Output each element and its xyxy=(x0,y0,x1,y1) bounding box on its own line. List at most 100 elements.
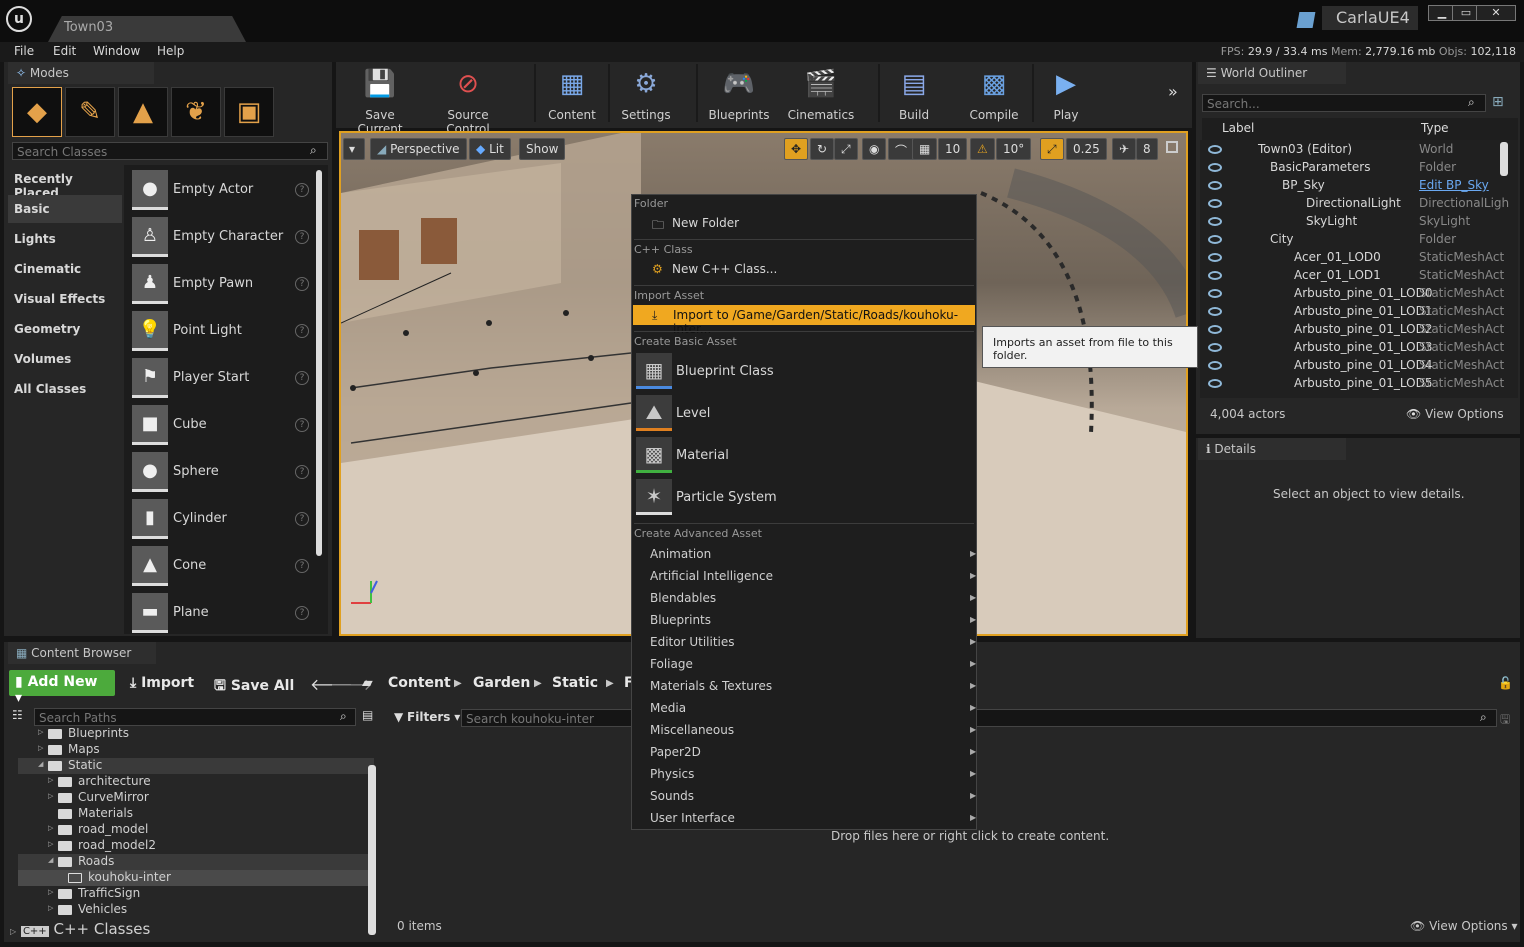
settings-button[interactable]: ⚙ Settings xyxy=(618,64,674,124)
class-list-scrollbar[interactable] xyxy=(316,170,322,556)
new-cpp-class-item[interactable]: New C++ Class... xyxy=(672,262,777,276)
help-icon[interactable]: ? xyxy=(295,606,309,620)
category-visual-effects[interactable]: Visual Effects xyxy=(8,285,122,313)
advanced-asset-item[interactable]: Animation xyxy=(650,547,711,561)
breadcrumb-arrow-icon[interactable]: ▶ xyxy=(534,678,542,689)
rotation-snap-value[interactable]: 10° xyxy=(996,138,1032,160)
show-button[interactable]: Show xyxy=(519,138,566,160)
folder-tree-item[interactable]: ▷ CurveMirror xyxy=(18,790,374,806)
build-button[interactable]: ▤ Build xyxy=(886,64,942,124)
expand-arrow-icon[interactable]: ▷ xyxy=(38,744,43,752)
help-icon[interactable]: ? xyxy=(295,183,309,197)
visibility-eye-icon[interactable] xyxy=(1208,307,1222,316)
content-view-options[interactable]: 👁 View Options ▾ xyxy=(1410,919,1518,933)
category-all-classes[interactable]: All Classes xyxy=(8,375,122,403)
outliner-row[interactable]: Arbusto_pine_01_LOD5 StaticMeshAct xyxy=(1200,376,1518,394)
details-tab[interactable]: ℹ Details xyxy=(1198,438,1346,460)
menu-edit[interactable]: Edit xyxy=(53,44,76,58)
unreal-logo-icon[interactable]: u xyxy=(6,6,32,32)
geometry-mode-icon[interactable]: ▣ xyxy=(224,87,274,137)
folder-tree-item[interactable]: Materials xyxy=(18,806,374,822)
visibility-eye-icon[interactable] xyxy=(1208,343,1222,352)
outliner-row[interactable]: Arbusto_pine_01_LOD2 StaticMeshAct xyxy=(1200,322,1518,340)
advanced-asset-item[interactable]: Miscellaneous xyxy=(650,723,734,737)
class-item[interactable]: ● Empty Actor? xyxy=(130,170,314,214)
surface-snap-icon[interactable]: ⌒ xyxy=(888,138,915,160)
perspective-button[interactable]: ◢ Perspective xyxy=(370,138,467,160)
menu-help[interactable]: Help xyxy=(157,44,184,58)
advanced-asset-item[interactable]: Foliage xyxy=(650,657,693,671)
class-item[interactable]: ♙ Empty Character? xyxy=(130,217,314,261)
breadcrumb-static[interactable]: Static xyxy=(552,671,598,697)
folder-tree-item[interactable]: ▷ Vehicles xyxy=(18,902,374,918)
help-icon[interactable]: ? xyxy=(295,371,309,385)
camera-speed-icon[interactable]: ✈ xyxy=(1112,138,1137,160)
class-item[interactable]: ▲ Cone? xyxy=(130,546,314,590)
compile-button[interactable]: ▩ Compile xyxy=(966,64,1022,124)
help-icon[interactable]: ? xyxy=(295,324,309,338)
visibility-eye-icon[interactable] xyxy=(1208,361,1222,370)
category-lights[interactable]: Lights xyxy=(8,225,122,253)
rotate-tool-icon[interactable]: ↻ xyxy=(810,138,835,160)
import-to-folder-item[interactable]: Import to /Game/Garden/Static/Roads/kouh… xyxy=(633,305,975,336)
expand-arrow-icon[interactable]: ▷ xyxy=(38,728,43,736)
landscape-mode-icon[interactable]: ▲ xyxy=(118,87,168,137)
help-icon[interactable]: ? xyxy=(295,512,309,526)
help-icon[interactable]: ? xyxy=(295,277,309,291)
scale-snap-icon[interactable]: ⤢ xyxy=(1040,138,1064,160)
search-paths-input[interactable]: Search Paths xyxy=(34,708,356,726)
outliner-row[interactable]: Arbusto_pine_01_LOD4 StaticMeshAct xyxy=(1200,358,1518,376)
rotation-snap-icon[interactable]: ⚠ xyxy=(970,138,995,160)
advanced-asset-item[interactable]: Media xyxy=(650,701,686,715)
world-outliner-tab[interactable]: ☰ World Outliner xyxy=(1198,62,1346,84)
play-button[interactable]: ▶ Play xyxy=(1040,64,1092,124)
add-folder-icon[interactable]: ⊞ xyxy=(1492,94,1504,110)
blueprints-button[interactable]: 🎮 Blueprints xyxy=(706,64,772,124)
class-item[interactable]: ▮ Cylinder? xyxy=(130,499,314,543)
advanced-asset-item[interactable]: Physics xyxy=(650,767,694,781)
breadcrumb-content[interactable]: Content xyxy=(388,671,451,697)
folder-tree-item[interactable]: ▷ TrafficSign xyxy=(18,886,374,902)
material-item[interactable]: Material xyxy=(676,448,729,463)
class-item[interactable]: ■ Cube? xyxy=(130,405,314,449)
cpp-classes-folder[interactable]: ▷ C++ C++ Classes xyxy=(10,920,370,938)
filters-button[interactable]: ▼ Filters ▾ xyxy=(394,710,460,724)
class-item[interactable]: ♟ Empty Pawn? xyxy=(130,264,314,308)
visibility-eye-icon[interactable] xyxy=(1208,163,1222,172)
visibility-eye-icon[interactable] xyxy=(1208,271,1222,280)
help-icon[interactable]: ? xyxy=(295,559,309,573)
expand-arrow-icon[interactable]: ▷ xyxy=(48,792,53,800)
folder-tree-item[interactable]: ▷ road_model2 xyxy=(18,838,374,854)
breadcrumb-arrow-icon[interactable]: ▶ xyxy=(454,678,462,689)
advanced-asset-item[interactable]: Blendables xyxy=(650,591,716,605)
particle-system-item[interactable]: Particle System xyxy=(676,490,777,505)
visibility-eye-icon[interactable] xyxy=(1208,217,1222,226)
label-column-header[interactable]: Label xyxy=(1222,121,1254,135)
outliner-row[interactable]: DirectionalLight DirectionalLigh xyxy=(1200,196,1518,214)
outliner-row[interactable]: SkyLight SkyLight xyxy=(1200,214,1518,232)
category-volumes[interactable]: Volumes xyxy=(8,345,122,373)
grid-size-value[interactable]: 10 xyxy=(938,138,968,160)
folder-tree-item[interactable]: ▷ architecture xyxy=(18,774,374,790)
lit-button[interactable]: ◆ Lit xyxy=(469,138,511,160)
search-classes-input[interactable]: Search Classes xyxy=(12,142,328,160)
advanced-asset-item[interactable]: Editor Utilities xyxy=(650,635,735,649)
menu-file[interactable]: File xyxy=(14,44,34,58)
content-button[interactable]: ▦ Content xyxy=(544,64,600,124)
collapse-sources-icon[interactable]: ☷ xyxy=(12,708,23,722)
folder-tree-item[interactable]: ▷ road_model xyxy=(18,822,374,838)
breadcrumb-arrow-icon[interactable]: ▶ xyxy=(606,678,614,689)
expand-arrow-icon[interactable]: ▷ xyxy=(48,824,53,832)
visibility-eye-icon[interactable] xyxy=(1208,325,1222,334)
new-folder-item[interactable]: New Folder xyxy=(672,216,739,230)
outliner-search-input[interactable]: Search... xyxy=(1202,94,1486,112)
visibility-eye-icon[interactable] xyxy=(1208,181,1222,190)
visibility-eye-icon[interactable] xyxy=(1208,235,1222,244)
outliner-row[interactable]: Arbusto_pine_01_LOD1 StaticMeshAct xyxy=(1200,304,1518,322)
save-current-button[interactable]: 💾 Save Current xyxy=(342,64,418,136)
advanced-asset-item[interactable]: Blueprints xyxy=(650,613,711,627)
scale-snap-value[interactable]: 0.25 xyxy=(1066,138,1107,160)
outliner-row[interactable]: BP_Sky Edit BP_Sky xyxy=(1200,178,1518,196)
expand-arrow-icon[interactable]: ▷ xyxy=(48,888,53,896)
foliage-mode-icon[interactable]: ❦ xyxy=(171,87,221,137)
